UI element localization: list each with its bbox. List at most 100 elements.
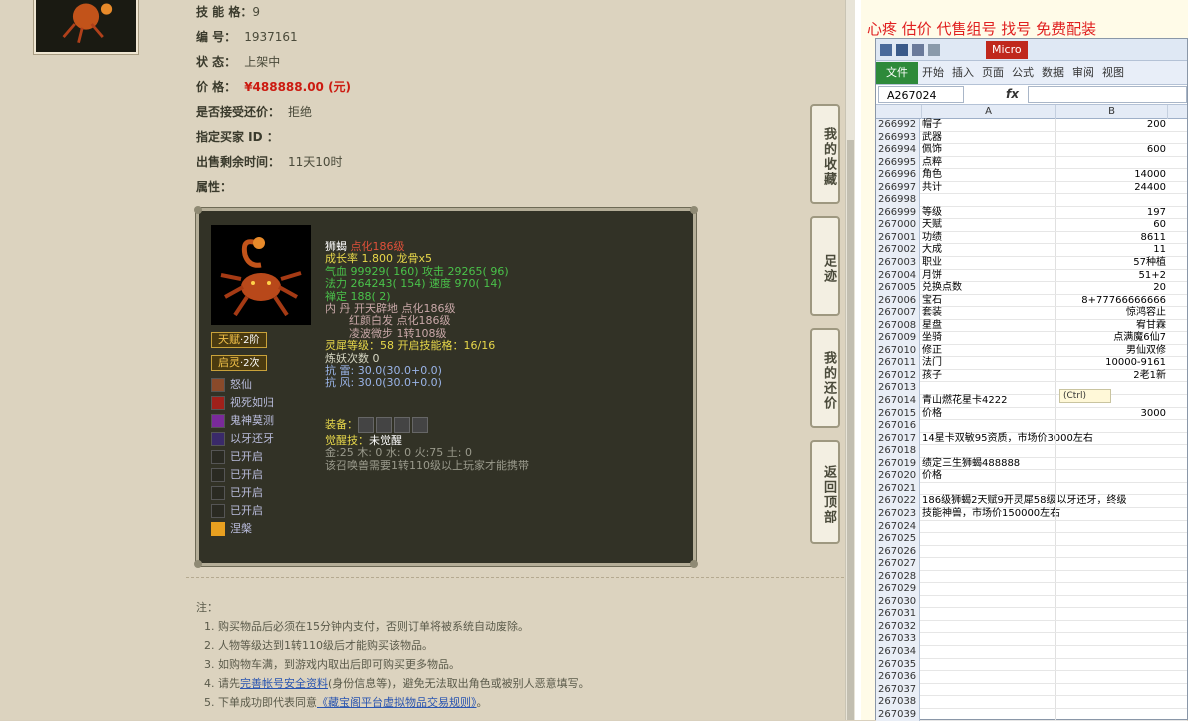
cell-b[interactable]: 600	[1056, 144, 1166, 157]
row-number[interactable]: 267030	[876, 595, 920, 609]
sheet-row[interactable]: 266999 等级 197	[876, 206, 1187, 220]
sheet-row[interactable]: 267030	[876, 595, 1187, 609]
column-a-header[interactable]: A	[922, 105, 1056, 119]
row-number[interactable]: 267026	[876, 545, 920, 559]
sheet-row[interactable]: 267026	[876, 545, 1187, 559]
cell-a[interactable]: 坐骑	[922, 332, 1054, 345]
footprints-tab[interactable]: 足迹	[810, 216, 840, 316]
row-number[interactable]: 267029	[876, 583, 920, 596]
cell-b[interactable]: 男仙双修	[1056, 345, 1166, 358]
row-number[interactable]: 267016	[876, 420, 920, 433]
cell-b[interactable]: 51+2	[1056, 270, 1166, 283]
cell-a[interactable]: 帽子	[922, 119, 1054, 132]
row-number[interactable]: 266995	[876, 156, 920, 170]
equip-slot[interactable]	[376, 417, 392, 433]
row-number[interactable]: 267028	[876, 570, 920, 584]
sheet-row[interactable]: 267035	[876, 658, 1187, 672]
row-number[interactable]: 267005	[876, 282, 920, 295]
row-number[interactable]: 267011	[876, 357, 920, 370]
sheet-row[interactable]: 267039	[876, 708, 1187, 721]
cell-a[interactable]: 大成	[922, 244, 1054, 257]
cell-a[interactable]: 功绩	[922, 232, 1054, 245]
sheet-row[interactable]: 267002 大成 11	[876, 244, 1187, 258]
sheet-grid[interactable]: 266992 帽子 200 266993 武器 266994 佩饰 600 266995 点粹 26…	[876, 119, 1187, 721]
cell-a[interactable]: 天赋	[922, 219, 1054, 232]
corner-cell[interactable]	[876, 105, 922, 119]
sheet-row[interactable]: 267000 天赋 60	[876, 219, 1187, 232]
row-number[interactable]: 266997	[876, 181, 920, 195]
cell-a[interactable]: 兑换点数	[922, 282, 1054, 295]
tab-view[interactable]: 视图	[1098, 61, 1128, 85]
cell-b[interactable]: 3000	[1056, 408, 1166, 421]
cell-a[interactable]: 技能神兽，市场价150000左右	[922, 508, 1060, 521]
row-number[interactable]: 267024	[876, 520, 920, 534]
page-scrollbar[interactable]	[845, 0, 855, 720]
column-b-header[interactable]: B	[1056, 105, 1168, 119]
equip-slot[interactable]	[358, 417, 374, 433]
cell-a[interactable]: 修正	[922, 345, 1054, 358]
equip-slot[interactable]	[394, 417, 410, 433]
sheet-row[interactable]: 267031	[876, 608, 1187, 621]
sheet-row[interactable]: 267004 月饼 51+2	[876, 269, 1187, 283]
row-number[interactable]: 267015	[876, 407, 920, 421]
row-number[interactable]: 267008	[876, 319, 920, 333]
row-number[interactable]: 267031	[876, 608, 920, 621]
sheet-row[interactable]: 266994 佩饰 600	[876, 144, 1187, 157]
cell-b[interactable]: 57种植	[1056, 257, 1166, 270]
my-favorites-tab[interactable]: 我的收藏	[810, 104, 840, 204]
row-number[interactable]: 267003	[876, 257, 920, 270]
sheet-row[interactable]: 267001 功绩 8611	[876, 231, 1187, 245]
cell-b[interactable]: 60	[1056, 219, 1166, 232]
sheet-row[interactable]: 267006 宝石 8+77766666666	[876, 294, 1187, 308]
row-number[interactable]: 267009	[876, 332, 920, 345]
row-number[interactable]: 266993	[876, 131, 920, 145]
skill-item[interactable]: 怒仙	[211, 376, 252, 393]
sheet-row[interactable]: 267023 技能神兽，市场价150000左右	[876, 507, 1187, 521]
cell-b[interactable]: 11	[1056, 244, 1166, 257]
cell-b[interactable]: 8611	[1056, 232, 1166, 245]
cell-a[interactable]: 点粹	[922, 157, 1054, 170]
tab-file[interactable]: 文件	[876, 62, 918, 84]
row-number[interactable]: 267033	[876, 633, 920, 646]
cell-a[interactable]: 绩定三生狮蝎488888	[922, 458, 1054, 471]
sheet-row[interactable]: 267013	[876, 382, 1187, 396]
row-number[interactable]: 266996	[876, 169, 920, 182]
tab-data[interactable]: 数据	[1038, 61, 1068, 85]
cell-a[interactable]: 价格	[922, 408, 1054, 421]
cell-b[interactable]: 20	[1056, 282, 1166, 295]
sheet-row[interactable]: 267021	[876, 482, 1187, 496]
redo-icon[interactable]	[928, 44, 940, 56]
row-number[interactable]: 267027	[876, 558, 920, 571]
cell-b[interactable]: 24400	[1056, 182, 1166, 195]
row-number[interactable]: 267020	[876, 470, 920, 483]
cell-a[interactable]: 宝石	[922, 295, 1054, 308]
skill-item[interactable]: 视死如归	[211, 394, 274, 411]
sheet-row[interactable]: 267032	[876, 620, 1187, 634]
paste-options-tag[interactable]: (Ctrl)	[1059, 389, 1111, 403]
sheet-row[interactable]: 267017 14星卡双敏95资质，市场价3000左右	[876, 432, 1187, 446]
sheet-row[interactable]: 267037	[876, 683, 1187, 697]
skill-item[interactable]: 已开启	[211, 502, 263, 519]
cell-b[interactable]: 8+77766666666	[1056, 295, 1166, 308]
cell-a[interactable]: 14星卡双敏95资质，市场价3000左右	[922, 433, 1093, 446]
sheet-row[interactable]: 267034	[876, 645, 1187, 659]
cell-a[interactable]: 价格	[922, 470, 1054, 483]
row-number[interactable]: 267010	[876, 344, 920, 358]
sheet-row[interactable]: 267015 价格 3000	[876, 407, 1187, 421]
sheet-row[interactable]: 267009 坐骑 点满魔6仙7	[876, 332, 1187, 345]
trade-rules-link[interactable]: 《藏宝阁平台虚拟物品交易规则》	[317, 696, 477, 709]
sheet-row[interactable]: 267029	[876, 583, 1187, 596]
tab-insert[interactable]: 插入	[948, 61, 978, 85]
sheet-row[interactable]: 267028	[876, 570, 1187, 584]
row-number[interactable]: 267022	[876, 495, 920, 508]
sheet-row[interactable]: 267008 星盘 宥甘霖	[876, 319, 1187, 333]
row-number[interactable]: 267038	[876, 696, 920, 709]
tab-layout[interactable]: 页面	[978, 61, 1008, 85]
sheet-row[interactable]: 267005 兑换点数 20	[876, 282, 1187, 295]
sheet-row[interactable]: 267027	[876, 558, 1187, 571]
cell-a[interactable]: 星盘	[922, 320, 1054, 333]
sheet-row[interactable]: 267014 青山燃花星卡4222	[876, 395, 1187, 408]
skill-item[interactable]: 已开启	[211, 466, 263, 483]
sheet-row[interactable]: 267010 修正 男仙双修	[876, 344, 1187, 358]
row-number[interactable]: 267000	[876, 219, 920, 232]
